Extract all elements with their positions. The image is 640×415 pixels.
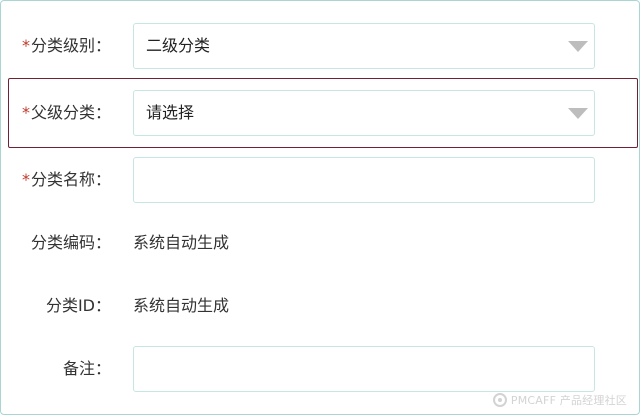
dropdown-caret-icon bbox=[568, 108, 588, 119]
watermark-text: PMCAFF 产品经理社区 bbox=[510, 394, 627, 407]
name-input[interactable] bbox=[133, 157, 595, 203]
level-select[interactable]: 二级分类 bbox=[133, 23, 595, 69]
code-label: 分类编码： bbox=[30, 233, 111, 252]
code-value: 系统自动生成 bbox=[133, 233, 230, 252]
note-input[interactable] bbox=[133, 346, 595, 392]
id-label: 分类ID： bbox=[45, 296, 111, 315]
parent-select-value: 请选择 bbox=[146, 103, 195, 122]
category-form-panel: *分类级别： 二级分类 *父级分类： 请选择 *分类名称： 分类编码： 系统自动… bbox=[0, 0, 640, 415]
parent-select[interactable]: 请选择 bbox=[133, 90, 595, 136]
level-label: *分类级别： bbox=[21, 36, 111, 55]
parent-label: *父级分类： bbox=[21, 103, 111, 122]
required-asterisk: * bbox=[21, 36, 30, 55]
dropdown-caret-icon bbox=[568, 41, 588, 52]
id-value: 系统自动生成 bbox=[133, 296, 230, 315]
name-label: *分类名称： bbox=[21, 170, 111, 189]
level-select-value: 二级分类 bbox=[146, 36, 211, 55]
pmcaff-logo-icon bbox=[492, 393, 507, 407]
note-label: 备注： bbox=[62, 359, 111, 378]
required-asterisk: * bbox=[21, 170, 30, 189]
required-asterisk: * bbox=[21, 103, 30, 122]
watermark: PMCAFF 产品经理社区 bbox=[492, 392, 627, 408]
